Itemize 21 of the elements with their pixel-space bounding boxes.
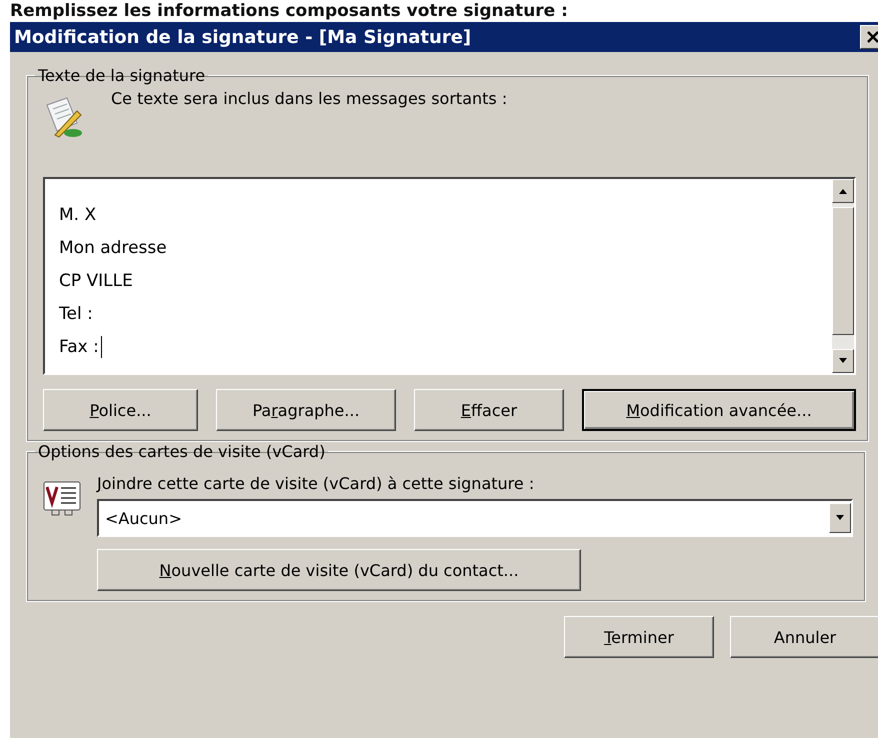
group-legend: Options des cartes de visite (vCard) xyxy=(35,442,328,461)
page-caption: Remplissez les informations composants votre signature : xyxy=(10,0,569,22)
scroll-down-arrow-icon xyxy=(838,358,848,364)
close-icon xyxy=(866,30,878,44)
dialog-button[interactable]: Modification avancée... xyxy=(582,389,856,431)
dialog-button[interactable]: Police... xyxy=(43,389,198,431)
vertical-scrollbar[interactable] xyxy=(832,179,854,373)
scroll-up-arrow-icon xyxy=(838,188,848,194)
dialog-button[interactable]: Annuler xyxy=(730,616,878,658)
new-vcard-button[interactable]: Nouvelle carte de visite (vCard) du contact... xyxy=(97,549,581,591)
dialog-button[interactable]: Paragraphe... xyxy=(216,389,396,431)
vcard-label: Joindre cette carte de visite (vCard) à cette signature : xyxy=(97,473,536,495)
group-legend: Texte de la signature xyxy=(35,66,208,85)
signature-description: Ce texte sera inclus dans les messages sortants : xyxy=(111,89,508,108)
dropdown-arrow-icon xyxy=(835,515,845,521)
vcard-icon xyxy=(43,481,81,517)
dialog-button[interactable]: Terminer xyxy=(564,616,714,658)
window-title: Modification de la signature - [Ma Signature] xyxy=(14,26,472,48)
vcard-dropdown[interactable]: <Aucun> xyxy=(97,499,853,537)
dialog-button[interactable]: Effacer xyxy=(414,389,564,431)
signature-text-field[interactable]: M. X Mon adresse CP VILLE Tel : Fax : xyxy=(43,177,856,375)
